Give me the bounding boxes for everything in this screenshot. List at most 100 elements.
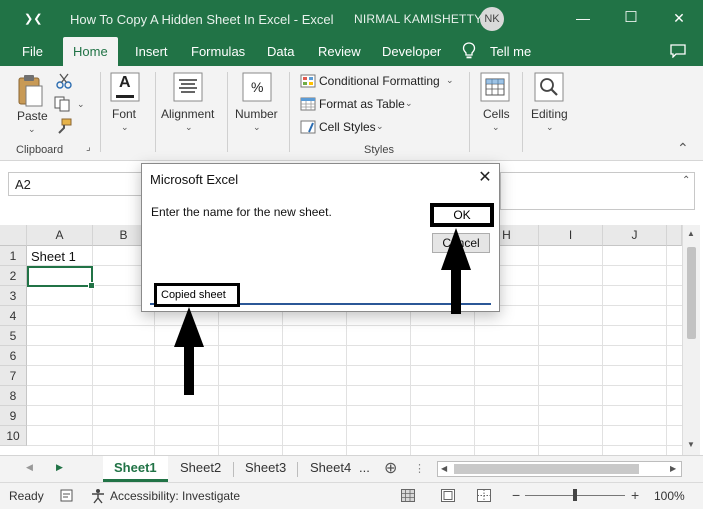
- paste-dropdown-icon[interactable]: ⌄: [28, 124, 36, 135]
- cell-styles-icon[interactable]: [300, 120, 316, 134]
- accessibility-status[interactable]: Accessibility: Investigate: [110, 489, 240, 503]
- tab-developer[interactable]: Developer: [382, 44, 441, 59]
- tell-me-search[interactable]: Tell me: [490, 44, 531, 59]
- format-as-table-dropdown-icon[interactable]: ⌄: [405, 98, 413, 109]
- tab-insert[interactable]: Insert: [135, 44, 168, 59]
- row-header-7[interactable]: 7: [0, 366, 27, 386]
- normal-view-icon[interactable]: [401, 489, 415, 502]
- sheet-tab-sheet3[interactable]: Sheet3: [245, 460, 286, 475]
- active-cell-a2[interactable]: [27, 266, 95, 289]
- ribbon-separator: [289, 72, 290, 152]
- number-label[interactable]: Number: [235, 107, 278, 121]
- conditional-formatting-icon[interactable]: [300, 74, 316, 88]
- tab-data[interactable]: Data: [267, 44, 294, 59]
- cut-icon[interactable]: [56, 73, 72, 89]
- row-header-1[interactable]: 1: [0, 246, 27, 266]
- horizontal-scrollbar[interactable]: ◀ ▶: [437, 461, 682, 477]
- scroll-left-icon[interactable]: ◀: [441, 464, 447, 473]
- conditional-formatting-dropdown-icon[interactable]: ⌄: [446, 75, 454, 86]
- format-as-table-label[interactable]: Format as Table: [319, 97, 405, 111]
- column-header-j[interactable]: J: [603, 225, 667, 246]
- lightbulb-icon[interactable]: [462, 42, 476, 60]
- alignment-dropdown-icon[interactable]: ⌄: [185, 122, 193, 133]
- alignment-icon[interactable]: [173, 72, 203, 102]
- cells-dropdown-icon[interactable]: ⌄: [492, 122, 500, 133]
- ok-button[interactable]: OK: [430, 203, 494, 227]
- minimize-icon[interactable]: —: [573, 8, 593, 28]
- vertical-scrollbar[interactable]: ▲ ▼: [682, 225, 700, 455]
- column-header-a[interactable]: A: [27, 225, 93, 246]
- sheet-scroll-next-icon[interactable]: ▶: [56, 462, 63, 473]
- alignment-label[interactable]: Alignment: [161, 107, 214, 121]
- formula-input[interactable]: [500, 172, 695, 210]
- cells-icon[interactable]: [480, 72, 510, 102]
- font-label[interactable]: Font: [112, 107, 136, 121]
- scroll-down-icon[interactable]: ▼: [687, 440, 695, 449]
- tab-file[interactable]: File: [22, 44, 43, 59]
- format-as-table-icon[interactable]: [300, 97, 316, 111]
- avatar[interactable]: NK: [480, 7, 504, 31]
- editing-label[interactable]: Editing: [531, 107, 568, 121]
- paste-label[interactable]: Paste: [17, 109, 48, 123]
- expand-formula-bar-icon[interactable]: ⌃: [682, 175, 690, 186]
- zoom-in-button[interactable]: +: [631, 487, 639, 503]
- conditional-formatting-label[interactable]: Conditional Formatting: [319, 74, 440, 88]
- row-header-5[interactable]: 5: [0, 326, 27, 346]
- more-sheets[interactable]: ...: [359, 460, 370, 475]
- format-painter-icon[interactable]: [56, 118, 72, 134]
- tab-home[interactable]: Home: [63, 37, 118, 67]
- cell-a1[interactable]: Sheet 1: [31, 249, 76, 264]
- dialog-close-icon[interactable]: ✕: [474, 167, 496, 189]
- vertical-scroll-thumb[interactable]: [687, 247, 696, 339]
- grid-line: [27, 445, 682, 446]
- cell-styles-dropdown-icon[interactable]: ⌄: [376, 121, 384, 132]
- row-header-8[interactable]: 8: [0, 386, 27, 406]
- column-header-k[interactable]: [667, 225, 682, 246]
- zoom-level[interactable]: 100%: [654, 489, 685, 503]
- sheet-tab-sheet4[interactable]: Sheet4: [310, 460, 351, 475]
- comments-icon[interactable]: [670, 44, 686, 58]
- row-header-6[interactable]: 6: [0, 346, 27, 366]
- editing-icon[interactable]: [534, 72, 564, 102]
- collapse-ribbon-icon[interactable]: ⌃: [677, 140, 689, 157]
- copy-dropdown-icon[interactable]: ⌄: [77, 99, 85, 110]
- row-header-4[interactable]: 4: [0, 306, 27, 326]
- editing-dropdown-icon[interactable]: ⌄: [546, 122, 554, 133]
- scroll-right-icon[interactable]: ▶: [670, 464, 676, 473]
- row-header-9[interactable]: 9: [0, 406, 27, 426]
- page-layout-view-icon[interactable]: [441, 489, 455, 502]
- excel-window: ❯❮ How To Copy A Hidden Sheet In Excel -…: [0, 0, 703, 509]
- close-window-icon[interactable]: ✕: [669, 8, 689, 28]
- user-name[interactable]: NIRMAL KAMISHETTY: [354, 12, 482, 26]
- paste-icon[interactable]: [16, 74, 44, 108]
- tab-review[interactable]: Review: [318, 44, 361, 59]
- horizontal-scroll-thumb[interactable]: [454, 464, 639, 474]
- zoom-slider-thumb[interactable]: [573, 489, 577, 501]
- sheet-tab-sheet1[interactable]: Sheet1: [103, 456, 168, 482]
- font-dropdown-icon[interactable]: ⌄: [121, 122, 129, 133]
- zoom-out-button[interactable]: −: [512, 487, 520, 503]
- maximize-icon[interactable]: ☐: [621, 8, 641, 28]
- cells-label[interactable]: Cells: [483, 107, 510, 121]
- tab-formulas[interactable]: Formulas: [191, 44, 245, 59]
- accessibility-icon[interactable]: [90, 488, 106, 504]
- page-break-preview-icon[interactable]: [477, 489, 491, 502]
- sheet-scroll-prev-icon[interactable]: ◀: [26, 462, 33, 473]
- macro-record-icon[interactable]: [60, 489, 73, 502]
- name-box[interactable]: A2: [8, 172, 144, 196]
- sheet-tabs-split-icon[interactable]: ⋮: [414, 462, 425, 475]
- select-all-corner[interactable]: [0, 225, 27, 246]
- add-sheet-icon[interactable]: ⊕: [384, 458, 397, 478]
- scroll-up-icon[interactable]: ▲: [687, 229, 695, 238]
- column-header-i[interactable]: I: [539, 225, 603, 246]
- clipboard-launcher-icon[interactable]: ⌟: [86, 142, 91, 153]
- sheet-tab-sheet2[interactable]: Sheet2: [180, 460, 221, 475]
- quick-access-grip-icon[interactable]: ❯❮: [24, 12, 42, 25]
- row-header-2[interactable]: 2: [0, 266, 27, 286]
- annotation-arrow-up-icon: [441, 228, 471, 314]
- row-header-3[interactable]: 3: [0, 286, 27, 306]
- row-header-10[interactable]: 10: [0, 426, 27, 446]
- cell-styles-label[interactable]: Cell Styles: [319, 120, 376, 134]
- number-dropdown-icon[interactable]: ⌄: [253, 122, 261, 133]
- copy-icon[interactable]: [54, 96, 72, 112]
